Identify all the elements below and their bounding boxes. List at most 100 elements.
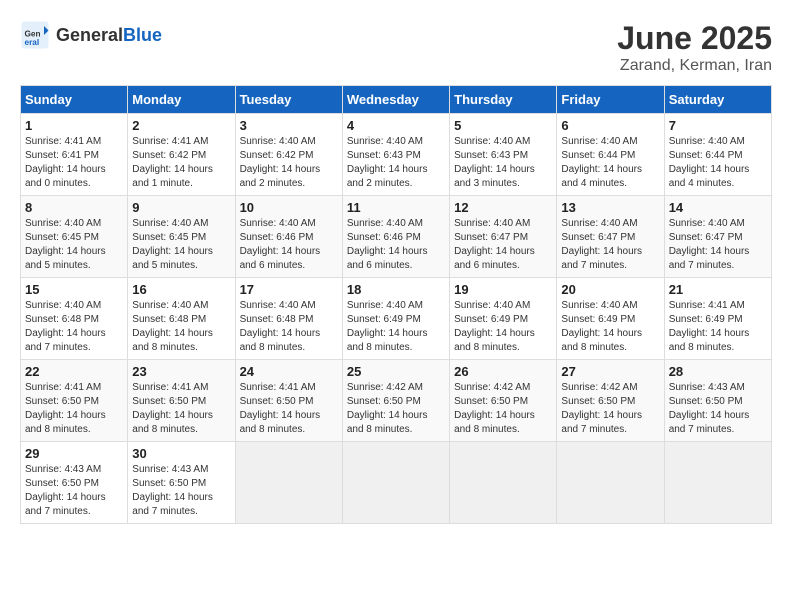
table-cell: [557, 442, 664, 524]
logo-icon: Gen eral: [20, 20, 50, 50]
title-block: June 2025 Zarand, Kerman, Iran: [617, 20, 772, 75]
table-row: 15 Sunrise: 4:40 AM Sunset: 6:48 PM Dayl…: [21, 278, 772, 360]
table-row: 8 Sunrise: 4:40 AM Sunset: 6:45 PM Dayli…: [21, 196, 772, 278]
table-cell: 1 Sunrise: 4:41 AM Sunset: 6:41 PM Dayli…: [21, 114, 128, 196]
logo-text: GeneralBlue: [56, 25, 162, 46]
day-info: Sunrise: 4:43 AM Sunset: 6:50 PM Dayligh…: [25, 463, 123, 519]
day-number: 7: [669, 118, 767, 133]
col-thursday: Thursday: [450, 86, 557, 114]
table-cell: 20 Sunrise: 4:40 AM Sunset: 6:49 PM Dayl…: [557, 278, 664, 360]
day-number: 20: [561, 282, 659, 297]
table-cell: 22 Sunrise: 4:41 AM Sunset: 6:50 PM Dayl…: [21, 360, 128, 442]
day-info: Sunrise: 4:40 AM Sunset: 6:49 PM Dayligh…: [561, 299, 659, 355]
svg-text:eral: eral: [25, 38, 40, 47]
day-number: 12: [454, 200, 552, 215]
day-number: 24: [240, 364, 338, 379]
day-info: Sunrise: 4:40 AM Sunset: 6:47 PM Dayligh…: [669, 217, 767, 273]
table-cell: 25 Sunrise: 4:42 AM Sunset: 6:50 PM Dayl…: [342, 360, 449, 442]
day-number: 18: [347, 282, 445, 297]
day-info: Sunrise: 4:40 AM Sunset: 6:45 PM Dayligh…: [25, 217, 123, 273]
table-cell: 14 Sunrise: 4:40 AM Sunset: 6:47 PM Dayl…: [664, 196, 771, 278]
table-cell: 21 Sunrise: 4:41 AM Sunset: 6:49 PM Dayl…: [664, 278, 771, 360]
col-tuesday: Tuesday: [235, 86, 342, 114]
day-info: Sunrise: 4:42 AM Sunset: 6:50 PM Dayligh…: [347, 381, 445, 437]
table-cell: [664, 442, 771, 524]
day-info: Sunrise: 4:40 AM Sunset: 6:49 PM Dayligh…: [347, 299, 445, 355]
day-number: 2: [132, 118, 230, 133]
calendar-body: 1 Sunrise: 4:41 AM Sunset: 6:41 PM Dayli…: [21, 114, 772, 524]
table-cell: 28 Sunrise: 4:43 AM Sunset: 6:50 PM Dayl…: [664, 360, 771, 442]
day-number: 25: [347, 364, 445, 379]
table-cell: 29 Sunrise: 4:43 AM Sunset: 6:50 PM Dayl…: [21, 442, 128, 524]
table-cell: 16 Sunrise: 4:40 AM Sunset: 6:48 PM Dayl…: [128, 278, 235, 360]
col-monday: Monday: [128, 86, 235, 114]
table-cell: 26 Sunrise: 4:42 AM Sunset: 6:50 PM Dayl…: [450, 360, 557, 442]
calendar-title: June 2025: [617, 20, 772, 57]
day-number: 22: [25, 364, 123, 379]
table-cell: 13 Sunrise: 4:40 AM Sunset: 6:47 PM Dayl…: [557, 196, 664, 278]
day-info: Sunrise: 4:40 AM Sunset: 6:44 PM Dayligh…: [561, 135, 659, 191]
day-number: 30: [132, 446, 230, 461]
table-cell: 10 Sunrise: 4:40 AM Sunset: 6:46 PM Dayl…: [235, 196, 342, 278]
day-number: 14: [669, 200, 767, 215]
table-cell: [235, 442, 342, 524]
day-info: Sunrise: 4:43 AM Sunset: 6:50 PM Dayligh…: [669, 381, 767, 437]
day-info: Sunrise: 4:40 AM Sunset: 6:43 PM Dayligh…: [454, 135, 552, 191]
day-number: 16: [132, 282, 230, 297]
days-header-row: Sunday Monday Tuesday Wednesday Thursday…: [21, 86, 772, 114]
day-number: 4: [347, 118, 445, 133]
day-number: 23: [132, 364, 230, 379]
table-cell: 24 Sunrise: 4:41 AM Sunset: 6:50 PM Dayl…: [235, 360, 342, 442]
day-info: Sunrise: 4:40 AM Sunset: 6:44 PM Dayligh…: [669, 135, 767, 191]
day-number: 28: [669, 364, 767, 379]
table-cell: 11 Sunrise: 4:40 AM Sunset: 6:46 PM Dayl…: [342, 196, 449, 278]
day-info: Sunrise: 4:41 AM Sunset: 6:49 PM Dayligh…: [669, 299, 767, 355]
day-info: Sunrise: 4:40 AM Sunset: 6:42 PM Dayligh…: [240, 135, 338, 191]
table-cell: 5 Sunrise: 4:40 AM Sunset: 6:43 PM Dayli…: [450, 114, 557, 196]
day-number: 29: [25, 446, 123, 461]
table-cell: 3 Sunrise: 4:40 AM Sunset: 6:42 PM Dayli…: [235, 114, 342, 196]
day-info: Sunrise: 4:41 AM Sunset: 6:41 PM Dayligh…: [25, 135, 123, 191]
day-number: 8: [25, 200, 123, 215]
logo: Gen eral GeneralBlue: [20, 20, 162, 50]
table-cell: 23 Sunrise: 4:41 AM Sunset: 6:50 PM Dayl…: [128, 360, 235, 442]
table-row: 1 Sunrise: 4:41 AM Sunset: 6:41 PM Dayli…: [21, 114, 772, 196]
day-info: Sunrise: 4:40 AM Sunset: 6:45 PM Dayligh…: [132, 217, 230, 273]
table-row: 22 Sunrise: 4:41 AM Sunset: 6:50 PM Dayl…: [21, 360, 772, 442]
day-number: 21: [669, 282, 767, 297]
table-cell: 7 Sunrise: 4:40 AM Sunset: 6:44 PM Dayli…: [664, 114, 771, 196]
table-cell: 2 Sunrise: 4:41 AM Sunset: 6:42 PM Dayli…: [128, 114, 235, 196]
table-cell: 17 Sunrise: 4:40 AM Sunset: 6:48 PM Dayl…: [235, 278, 342, 360]
day-number: 1: [25, 118, 123, 133]
day-info: Sunrise: 4:40 AM Sunset: 6:46 PM Dayligh…: [240, 217, 338, 273]
day-info: Sunrise: 4:41 AM Sunset: 6:42 PM Dayligh…: [132, 135, 230, 191]
day-info: Sunrise: 4:40 AM Sunset: 6:46 PM Dayligh…: [347, 217, 445, 273]
table-row: 29 Sunrise: 4:43 AM Sunset: 6:50 PM Dayl…: [21, 442, 772, 524]
day-info: Sunrise: 4:40 AM Sunset: 6:48 PM Dayligh…: [240, 299, 338, 355]
day-number: 6: [561, 118, 659, 133]
table-cell: 18 Sunrise: 4:40 AM Sunset: 6:49 PM Dayl…: [342, 278, 449, 360]
table-cell: 15 Sunrise: 4:40 AM Sunset: 6:48 PM Dayl…: [21, 278, 128, 360]
table-cell: 27 Sunrise: 4:42 AM Sunset: 6:50 PM Dayl…: [557, 360, 664, 442]
col-sunday: Sunday: [21, 86, 128, 114]
day-info: Sunrise: 4:42 AM Sunset: 6:50 PM Dayligh…: [454, 381, 552, 437]
table-cell: 30 Sunrise: 4:43 AM Sunset: 6:50 PM Dayl…: [128, 442, 235, 524]
col-saturday: Saturday: [664, 86, 771, 114]
table-cell: 12 Sunrise: 4:40 AM Sunset: 6:47 PM Dayl…: [450, 196, 557, 278]
day-info: Sunrise: 4:42 AM Sunset: 6:50 PM Dayligh…: [561, 381, 659, 437]
table-cell: 19 Sunrise: 4:40 AM Sunset: 6:49 PM Dayl…: [450, 278, 557, 360]
day-info: Sunrise: 4:40 AM Sunset: 6:43 PM Dayligh…: [347, 135, 445, 191]
page-header: Gen eral GeneralBlue June 2025 Zarand, K…: [20, 20, 772, 75]
day-number: 3: [240, 118, 338, 133]
day-number: 26: [454, 364, 552, 379]
table-cell: 9 Sunrise: 4:40 AM Sunset: 6:45 PM Dayli…: [128, 196, 235, 278]
day-info: Sunrise: 4:41 AM Sunset: 6:50 PM Dayligh…: [132, 381, 230, 437]
table-cell: 6 Sunrise: 4:40 AM Sunset: 6:44 PM Dayli…: [557, 114, 664, 196]
day-info: Sunrise: 4:41 AM Sunset: 6:50 PM Dayligh…: [240, 381, 338, 437]
table-cell: 4 Sunrise: 4:40 AM Sunset: 6:43 PM Dayli…: [342, 114, 449, 196]
calendar-subtitle: Zarand, Kerman, Iran: [617, 57, 772, 75]
table-cell: 8 Sunrise: 4:40 AM Sunset: 6:45 PM Dayli…: [21, 196, 128, 278]
day-number: 11: [347, 200, 445, 215]
day-info: Sunrise: 4:40 AM Sunset: 6:47 PM Dayligh…: [561, 217, 659, 273]
day-info: Sunrise: 4:40 AM Sunset: 6:47 PM Dayligh…: [454, 217, 552, 273]
